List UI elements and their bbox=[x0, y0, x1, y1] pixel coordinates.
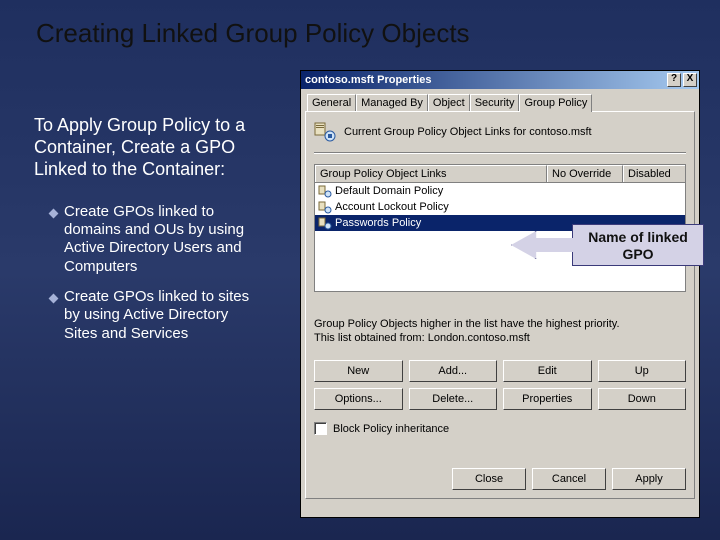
list-header: Group Policy Object Links No Override Di… bbox=[315, 165, 685, 183]
slide-title: Creating Linked Group Policy Objects bbox=[36, 18, 470, 49]
edit-button[interactable]: Edit bbox=[503, 360, 592, 382]
tab-security[interactable]: Security bbox=[470, 94, 520, 112]
gpo-icon bbox=[318, 200, 332, 214]
cancel-button[interactable]: Cancel bbox=[532, 468, 606, 490]
dialog-footer: Close Cancel Apply bbox=[452, 468, 686, 490]
bullet-list: Create GPOs linked to domains and OUs by… bbox=[34, 203, 264, 343]
tab-general[interactable]: General bbox=[307, 94, 356, 112]
button-row: Options... Delete... Properties Down bbox=[314, 388, 686, 410]
bullet-item: Create GPOs linked to sites by using Act… bbox=[64, 288, 264, 343]
priority-note: Group Policy Objects higher in the list … bbox=[314, 318, 686, 346]
callout-line: GPO bbox=[573, 246, 703, 263]
window-title: contoso.msft Properties bbox=[305, 74, 667, 86]
divider bbox=[314, 152, 686, 154]
tab-strip: General Managed By Object Security Group… bbox=[301, 89, 699, 111]
tab-panel: Current Group Policy Object Links for co… bbox=[305, 111, 695, 499]
column-links[interactable]: Group Policy Object Links bbox=[315, 165, 547, 182]
slide-body: To Apply Group Policy to a Container, Cr… bbox=[34, 115, 264, 355]
delete-button[interactable]: Delete... bbox=[409, 388, 498, 410]
button-row: New Add... Edit Up bbox=[314, 360, 686, 382]
gpo-links-icon bbox=[314, 120, 338, 144]
priority-note-line: This list obtained from: London.contoso.… bbox=[314, 332, 686, 346]
list-item[interactable]: Default Domain Policy bbox=[315, 183, 685, 199]
down-button[interactable]: Down bbox=[598, 388, 687, 410]
list-item-label: Passwords Policy bbox=[335, 217, 421, 229]
gpo-icon bbox=[318, 216, 332, 230]
titlebar[interactable]: contoso.msft Properties ? X bbox=[301, 71, 699, 89]
properties-button[interactable]: Properties bbox=[503, 388, 592, 410]
block-inheritance-checkbox[interactable] bbox=[314, 422, 327, 435]
add-button[interactable]: Add... bbox=[409, 360, 498, 382]
help-button[interactable]: ? bbox=[667, 73, 681, 87]
options-button[interactable]: Options... bbox=[314, 388, 403, 410]
list-item[interactable]: Account Lockout Policy bbox=[315, 199, 685, 215]
close-button[interactable]: X bbox=[683, 73, 697, 87]
bullet-item: Create GPOs linked to domains and OUs by… bbox=[64, 203, 264, 276]
list-item-label: Default Domain Policy bbox=[335, 185, 443, 197]
tab-group-policy[interactable]: Group Policy bbox=[519, 94, 592, 112]
block-inheritance-row[interactable]: Block Policy inheritance bbox=[314, 422, 449, 435]
callout-line: Name of linked bbox=[573, 229, 703, 246]
tab-managed-by[interactable]: Managed By bbox=[356, 94, 428, 112]
tab-object[interactable]: Object bbox=[428, 94, 470, 112]
callout-label: Name of linked GPO bbox=[572, 224, 704, 266]
properties-dialog: contoso.msft Properties ? X General Mana… bbox=[300, 70, 700, 518]
list-item-label: Account Lockout Policy bbox=[335, 201, 449, 213]
panel-header-text: Current Group Policy Object Links for co… bbox=[344, 126, 592, 138]
apply-button[interactable]: Apply bbox=[612, 468, 686, 490]
slide-body-text: To Apply Group Policy to a Container, Cr… bbox=[34, 115, 264, 181]
block-inheritance-label: Block Policy inheritance bbox=[333, 423, 449, 435]
gpo-icon bbox=[318, 184, 332, 198]
priority-note-line: Group Policy Objects higher in the list … bbox=[314, 318, 686, 332]
close-dialog-button[interactable]: Close bbox=[452, 468, 526, 490]
column-no-override[interactable]: No Override bbox=[547, 165, 623, 182]
up-button[interactable]: Up bbox=[598, 360, 687, 382]
column-disabled[interactable]: Disabled bbox=[623, 165, 685, 182]
new-button[interactable]: New bbox=[314, 360, 403, 382]
panel-header: Current Group Policy Object Links for co… bbox=[314, 120, 686, 144]
